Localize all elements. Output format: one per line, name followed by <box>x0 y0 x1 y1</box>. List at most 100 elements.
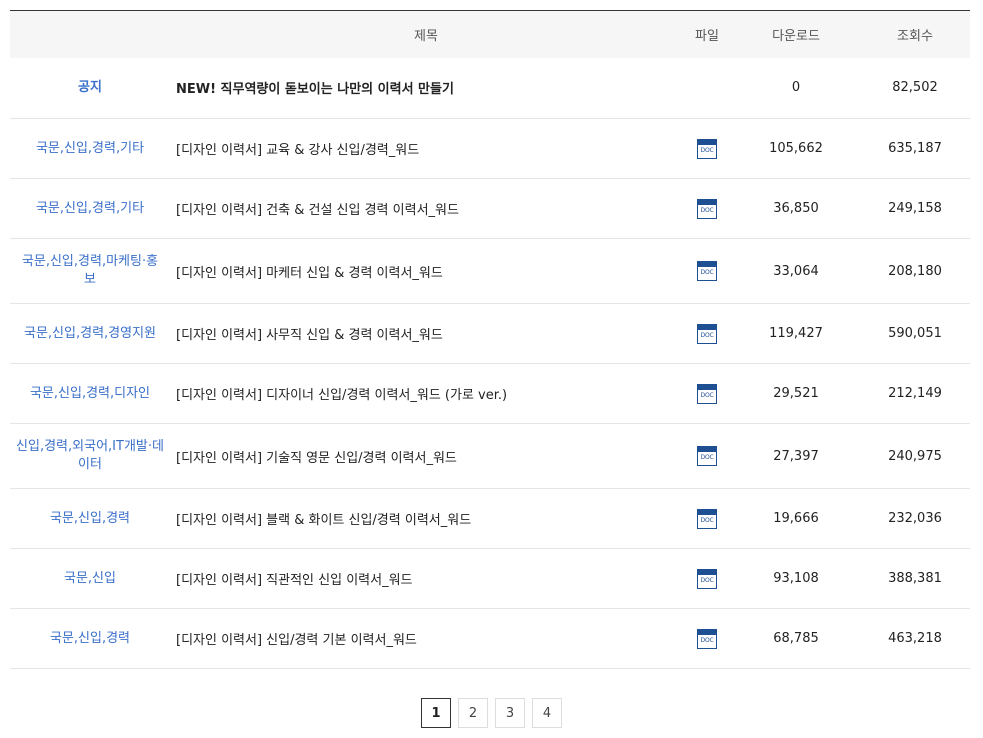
doc-icon-label: DOC <box>700 454 714 461</box>
doc-icon-label: DOC <box>700 331 714 339</box>
resume-table: 제목 파일 다운로드 조회수 공지 NEW! 직무역량이 돋보이는 나만의 이력서… <box>10 10 970 669</box>
table-row[interactable]: 국문,신입,경력,기타 [디자인 이력서] 교육 & 강사 신입/경력_워드 DOC… <box>10 119 970 179</box>
row-title-link[interactable]: [디자인 이력서] 블랙 & 화이트 신입/경력 이력서_워드 <box>170 489 682 549</box>
doc-icon-bar <box>698 447 716 452</box>
row-file <box>682 58 732 119</box>
row-views: 388,381 <box>888 571 942 586</box>
column-header-category <box>10 11 170 58</box>
row-downloads: 19,666 <box>773 511 819 526</box>
resume-template-board: 제목 파일 다운로드 조회수 공지 NEW! 직무역량이 돋보이는 나만의 이력서… <box>10 10 970 669</box>
row-views: 212,149 <box>888 386 942 401</box>
row-downloads: 105,662 <box>769 141 823 156</box>
table-row[interactable]: 국문,신입,경력 [디자인 이력서] 신입/경력 기본 이력서_워드 DOC 68,7… <box>10 609 970 669</box>
doc-file-icon[interactable]: DOC <box>697 383 717 404</box>
row-category: 신입,경력,외국어,IT개발·데이터 <box>16 439 164 472</box>
pagination: 1234 <box>0 698 983 728</box>
doc-icon-label: DOC <box>700 576 714 584</box>
row-category: 공지 <box>78 79 102 95</box>
row-downloads: 119,427 <box>769 326 823 341</box>
row-category: 국문,신입 <box>64 570 116 586</box>
doc-file-icon[interactable]: DOC <box>697 198 717 219</box>
row-title-link[interactable]: [디자인 이력서] 신입/경력 기본 이력서_워드 <box>170 609 682 669</box>
table-row[interactable]: 국문,신입 [디자인 이력서] 직관적인 신입 이력서_워드 DOC 93,108 38… <box>10 549 970 609</box>
row-downloads: 93,108 <box>773 571 819 586</box>
row-downloads: 27,397 <box>773 448 819 464</box>
doc-icon-bar <box>698 199 716 205</box>
row-downloads: 36,850 <box>773 201 819 216</box>
row-file: DOC <box>682 549 732 609</box>
row-views: 232,036 <box>888 511 942 526</box>
row-title-link[interactable]: [디자인 이력서] 건축 & 건설 신입 경력 이력서_워드 <box>170 179 682 239</box>
row-category: 국문,신입,경력 <box>49 630 131 646</box>
doc-icon-label: DOC <box>700 516 714 524</box>
row-file: DOC <box>682 119 732 179</box>
doc-icon-label: DOC <box>700 206 714 214</box>
table-row[interactable]: 국문,신입,경력,마케팅·홍보 [디자인 이력서] 마케터 신입 & 경력 이력서… <box>10 239 970 304</box>
doc-file-icon[interactable]: DOC <box>697 261 717 281</box>
row-views: 208,180 <box>888 263 942 279</box>
row-title-link[interactable]: [디자인 이력서] 직관적인 신입 이력서_워드 <box>170 549 682 609</box>
row-views: 590,051 <box>888 326 942 341</box>
column-header-downloads: 다운로드 <box>772 28 820 44</box>
doc-icon-bar <box>698 324 716 330</box>
table-row[interactable]: 국문,신입,경력,디자인 [디자인 이력서] 디자이너 신입/경력 이력서_워드 … <box>10 364 970 424</box>
row-file: DOC <box>682 609 732 669</box>
row-title-link[interactable]: [디자인 이력서] 기술직 영문 신입/경력 이력서_워드 <box>170 424 682 489</box>
page-button-3[interactable]: 3 <box>495 698 525 728</box>
doc-file-icon[interactable]: DOC <box>697 508 717 529</box>
doc-icon-bar <box>698 509 716 515</box>
row-downloads: 0 <box>791 80 801 96</box>
row-category: 국문,신입,경력,기타 <box>35 140 145 156</box>
row-title-link[interactable]: [디자인 이력서] 디자이너 신입/경력 이력서_워드 (가로 ver.) <box>170 364 682 424</box>
row-title-link[interactable]: NEW! 직무역량이 돋보이는 나만의 이력서 만들기 <box>170 58 682 119</box>
row-downloads: 68,785 <box>773 631 819 646</box>
doc-icon-bar <box>698 629 716 635</box>
row-file: DOC <box>682 304 732 364</box>
row-category: 국문,신입,경력,기타 <box>35 200 145 216</box>
row-file: DOC <box>682 364 732 424</box>
row-views: 249,158 <box>888 201 942 216</box>
row-title-link[interactable]: [디자인 이력서] 마케터 신입 & 경력 이력서_워드 <box>170 239 682 304</box>
row-views: 82,502 <box>892 80 938 96</box>
column-header-views: 조회수 <box>897 28 933 44</box>
row-title-link[interactable]: [디자인 이력서] 교육 & 강사 신입/경력_워드 <box>170 119 682 179</box>
table-row[interactable]: 신입,경력,외국어,IT개발·데이터 [디자인 이력서] 기술직 영문 신입/경력… <box>10 424 970 489</box>
doc-icon-bar <box>698 569 716 575</box>
page-button-2[interactable]: 2 <box>458 698 488 728</box>
row-file: DOC <box>682 179 732 239</box>
row-title-link[interactable]: [디자인 이력서] 사무직 신입 & 경력 이력서_워드 <box>170 304 682 364</box>
row-category: 국문,신입,경력,마케팅·홍보 <box>21 254 159 287</box>
doc-icon-label: DOC <box>700 269 714 276</box>
row-views: 635,187 <box>888 141 942 156</box>
column-header-title: 제목 <box>414 28 438 44</box>
notice-row[interactable]: 공지 NEW! 직무역량이 돋보이는 나만의 이력서 만들기 0 82,502 <box>10 58 970 119</box>
doc-icon-bar <box>698 262 716 267</box>
row-file: DOC <box>682 239 732 304</box>
doc-file-icon[interactable]: DOC <box>697 568 717 589</box>
doc-icon-label: DOC <box>700 146 714 154</box>
row-file: DOC <box>682 489 732 549</box>
row-category: 국문,신입,경력,경영지원 <box>24 325 156 341</box>
doc-file-icon[interactable]: DOC <box>697 446 717 466</box>
row-downloads: 29,521 <box>773 386 819 401</box>
table-row[interactable]: 국문,신입,경력 [디자인 이력서] 블랙 & 화이트 신입/경력 이력서_워드 D… <box>10 489 970 549</box>
row-category: 국문,신입,경력 <box>49 510 131 526</box>
row-category: 국문,신입,경력,디자인 <box>29 385 151 401</box>
doc-icon-bar <box>698 384 716 390</box>
doc-icon-label: DOC <box>700 636 714 644</box>
doc-file-icon[interactable]: DOC <box>697 323 717 344</box>
doc-icon-label: DOC <box>700 391 714 399</box>
table-header-row: 제목 파일 다운로드 조회수 <box>10 10 970 58</box>
doc-file-icon[interactable]: DOC <box>697 628 717 649</box>
page-button-1[interactable]: 1 <box>421 698 451 728</box>
row-file: DOC <box>682 424 732 489</box>
table-row[interactable]: 국문,신입,경력,기타 [디자인 이력서] 건축 & 건설 신입 경력 이력서_워… <box>10 179 970 239</box>
table-row[interactable]: 국문,신입,경력,경영지원 [디자인 이력서] 사무직 신입 & 경력 이력서_워… <box>10 304 970 364</box>
doc-file-icon[interactable]: DOC <box>697 138 717 159</box>
row-views: 240,975 <box>888 448 942 464</box>
column-header-file: 파일 <box>695 28 719 44</box>
row-downloads: 33,064 <box>773 263 819 279</box>
row-views: 463,218 <box>888 631 942 646</box>
doc-icon-bar <box>698 139 716 145</box>
page-button-4[interactable]: 4 <box>532 698 562 728</box>
